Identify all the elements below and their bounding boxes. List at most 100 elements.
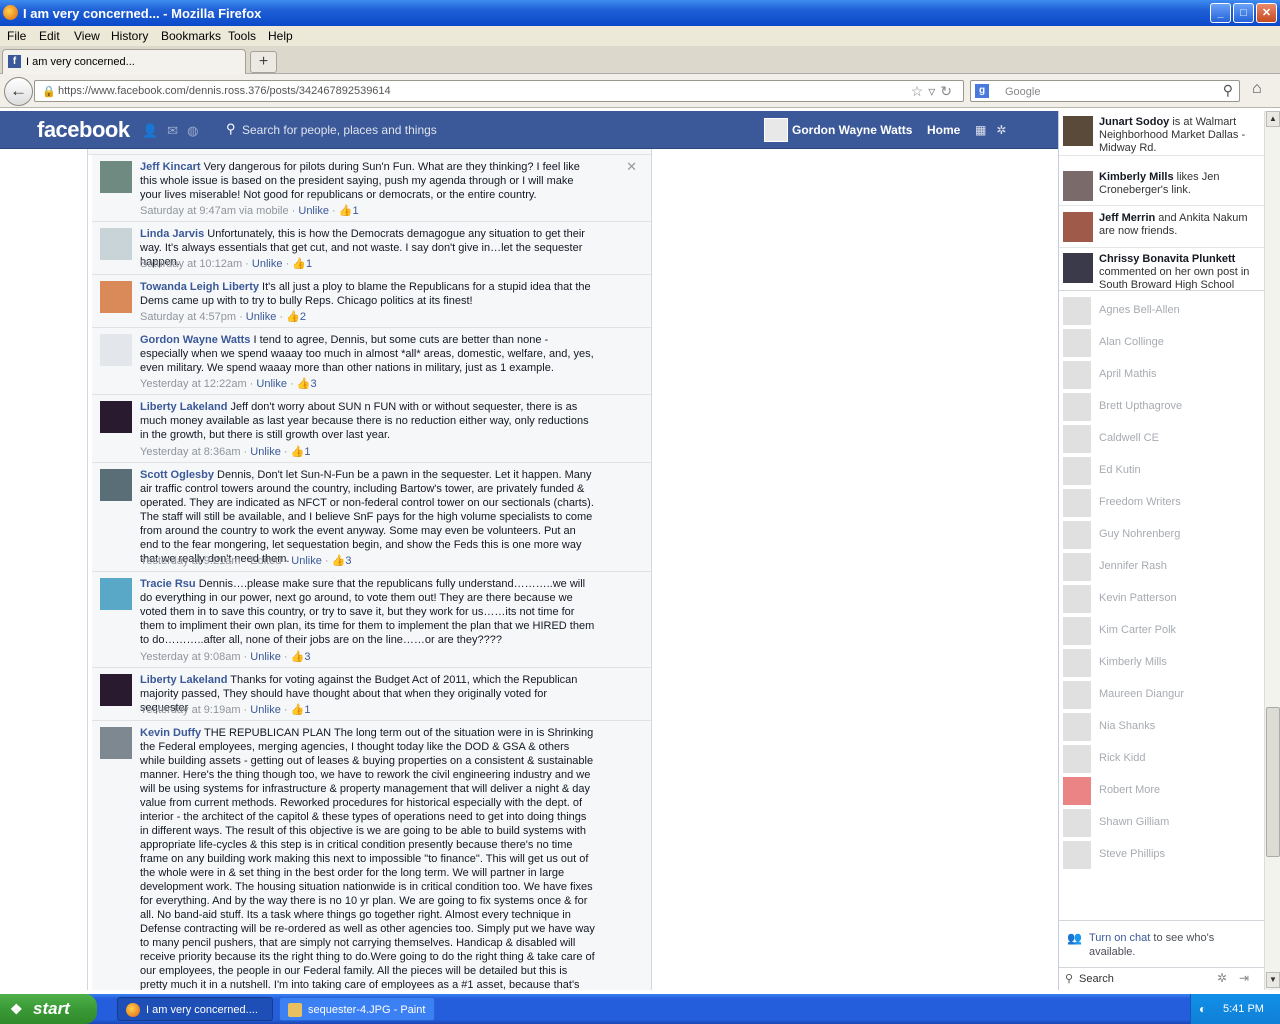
unlike-link[interactable]: Unlike xyxy=(252,258,283,270)
like-count[interactable]: 👍3 xyxy=(332,555,352,567)
home-icon[interactable]: ⌂ xyxy=(1252,80,1262,98)
menu-tools[interactable]: Tools xyxy=(228,29,256,43)
comment-author[interactable]: Liberty Lakeland xyxy=(140,401,227,413)
chat-friend[interactable]: Robert More xyxy=(1063,775,1263,807)
comment-author[interactable]: Towanda Leigh Liberty xyxy=(140,281,259,293)
url-bar[interactable]: 🔒 https://www.facebook.com/dennis.ross.3… xyxy=(34,80,964,102)
avatar[interactable] xyxy=(100,578,132,610)
chat-options-icon[interactable]: ✲⇥ xyxy=(1217,971,1261,985)
scroll-down-arrow-icon[interactable]: ▼ xyxy=(1266,972,1280,988)
comment-author[interactable]: Liberty Lakeland xyxy=(140,674,227,686)
minimize-button[interactable]: _ xyxy=(1210,3,1231,23)
unlike-link[interactable]: Unlike xyxy=(246,311,277,323)
chat-friend[interactable]: Brett Upthagrove xyxy=(1063,391,1263,423)
tray-icon[interactable]: ◐ xyxy=(1199,1002,1206,1016)
like-count[interactable]: 👍1 xyxy=(339,205,359,217)
bookmark-star-icon[interactable]: ☆▿↻ xyxy=(911,83,957,100)
avatar[interactable] xyxy=(100,674,132,706)
chat-friend[interactable]: Ed Kutin xyxy=(1063,455,1263,487)
avatar[interactable] xyxy=(100,161,132,193)
google-icon[interactable]: g xyxy=(975,84,989,98)
chat-friend[interactable]: Maureen Diangur xyxy=(1063,679,1263,711)
home-link[interactable]: Home xyxy=(927,123,960,137)
chat-friend[interactable]: Jennifer Rash xyxy=(1063,551,1263,583)
turn-on-chat-link[interactable]: Turn on chat xyxy=(1089,932,1150,944)
comment-author[interactable]: Scott Oglesby xyxy=(140,469,214,481)
scrollbar-thumb[interactable] xyxy=(1266,707,1280,857)
unlike-link[interactable]: Unlike xyxy=(250,446,281,458)
menu-history[interactable]: History xyxy=(111,29,148,43)
chat-friend[interactable]: Kimberly Mills xyxy=(1063,647,1263,679)
web-search-box[interactable]: g Google ⚲ xyxy=(970,80,1240,102)
comment-author[interactable]: Kevin Duffy xyxy=(140,727,201,739)
close-window-button[interactable]: ✕ xyxy=(1256,3,1277,23)
chat-friend[interactable]: Alan Collinge xyxy=(1063,327,1263,359)
new-tab-button[interactable]: + xyxy=(250,51,277,73)
like-count[interactable]: 👍3 xyxy=(297,378,317,390)
menu-edit[interactable]: Edit xyxy=(39,29,60,43)
settings-gear-icon[interactable]: ▦✲ xyxy=(975,123,1016,137)
taskbar-item-paint[interactable]: sequester-4.JPG - Paint xyxy=(279,997,435,1021)
comment-time[interactable]: Yesterday at 9:21am xyxy=(140,555,241,567)
edited-label[interactable]: Edited xyxy=(250,555,281,567)
avatar[interactable] xyxy=(100,401,132,433)
like-count[interactable]: 👍3 xyxy=(291,651,311,663)
search-icon[interactable]: ⚲ xyxy=(1223,82,1233,99)
start-button[interactable]: ❖ start xyxy=(0,994,97,1024)
unlike-link[interactable]: Unlike xyxy=(291,555,322,567)
chat-friend[interactable]: Caldwell CE xyxy=(1063,423,1263,455)
unlike-link[interactable]: Unlike xyxy=(250,704,281,716)
chat-search-input[interactable]: ⚲ Search ✲⇥ xyxy=(1059,967,1265,991)
unlike-link[interactable]: Unlike xyxy=(256,378,287,390)
chat-friend[interactable]: Shawn Gilliam xyxy=(1063,807,1263,839)
comment-time[interactable]: Saturday at 4:57pm xyxy=(140,311,236,323)
page-scrollbar[interactable]: ▲ ▼ xyxy=(1264,111,1280,990)
unlike-link[interactable]: Unlike xyxy=(250,651,281,663)
menu-view[interactable]: View xyxy=(74,29,100,43)
chat-friend[interactable]: Steve Phillips xyxy=(1063,839,1263,871)
like-count[interactable]: 👍1 xyxy=(292,258,312,270)
unlike-link[interactable]: Unlike xyxy=(298,205,329,217)
chat-friend[interactable]: Freedom Writers xyxy=(1063,487,1263,519)
avatar[interactable] xyxy=(100,727,132,759)
chat-friend[interactable]: Nia Shanks xyxy=(1063,711,1263,743)
comment-time[interactable]: Saturday at 10:12am xyxy=(140,258,242,270)
menu-bookmarks[interactable]: Bookmarks xyxy=(161,29,221,43)
comment-author[interactable]: Linda Jarvis xyxy=(140,228,204,240)
taskbar-item-firefox[interactable]: I am very concerned.... xyxy=(117,997,273,1021)
like-count[interactable]: 👍1 xyxy=(291,704,311,716)
comment-time[interactable]: Yesterday at 9:08am xyxy=(140,651,241,663)
comment-author[interactable]: Gordon Wayne Watts xyxy=(140,334,250,346)
avatar[interactable] xyxy=(100,334,132,366)
chat-friend[interactable]: Guy Nohrenberg xyxy=(1063,519,1263,551)
avatar[interactable] xyxy=(100,228,132,260)
maximize-button[interactable]: □ xyxy=(1233,3,1254,23)
ticker-item[interactable]: Chrissy Bonavita Plunkett commented on h… xyxy=(1059,248,1264,290)
menu-file[interactable]: File xyxy=(7,29,26,43)
like-count[interactable]: 👍1 xyxy=(291,446,311,458)
comment-time[interactable]: Yesterday at 9:19am xyxy=(140,704,241,716)
chat-friend[interactable]: Rick Kidd xyxy=(1063,743,1263,775)
avatar[interactable] xyxy=(100,469,132,501)
comment-author[interactable]: Tracie Rsu xyxy=(140,578,196,590)
chat-friend[interactable]: April Mathis xyxy=(1063,359,1263,391)
remove-comment-icon[interactable]: ✕ xyxy=(626,159,637,175)
fb-search-input[interactable]: ⚲ Search for people, places and things xyxy=(220,118,740,142)
facebook-logo[interactable]: facebook xyxy=(37,117,130,143)
avatar[interactable] xyxy=(100,281,132,313)
comment-time[interactable]: Saturday at 9:47am via mobile xyxy=(140,205,289,217)
notification-jewels-icon[interactable]: 👤✉◍ xyxy=(142,123,207,139)
chat-friend[interactable]: Kim Carter Polk xyxy=(1063,615,1263,647)
ticker-item[interactable]: Junart Sodoy is at Walmart Neighborhood … xyxy=(1059,111,1264,156)
comment-author[interactable]: Jeff Kincart xyxy=(140,161,201,173)
like-count[interactable]: 👍2 xyxy=(286,311,306,323)
menu-help[interactable]: Help xyxy=(268,29,293,43)
back-button[interactable]: ← xyxy=(4,77,33,106)
scroll-up-arrow-icon[interactable]: ▲ xyxy=(1266,111,1280,127)
chat-friend[interactable]: Agnes Bell-Allen xyxy=(1063,295,1263,327)
browser-tab-active[interactable]: f I am very concerned... xyxy=(2,49,246,74)
comment-time[interactable]: Yesterday at 8:36am xyxy=(140,446,241,458)
ticker-item[interactable]: Jeff Merrin and Ankita Nakum are now fri… xyxy=(1059,207,1264,248)
ticker-item[interactable]: Kimberly Mills likes Jen Croneberger's l… xyxy=(1059,166,1264,206)
chat-friend[interactable]: Kevin Patterson xyxy=(1063,583,1263,615)
